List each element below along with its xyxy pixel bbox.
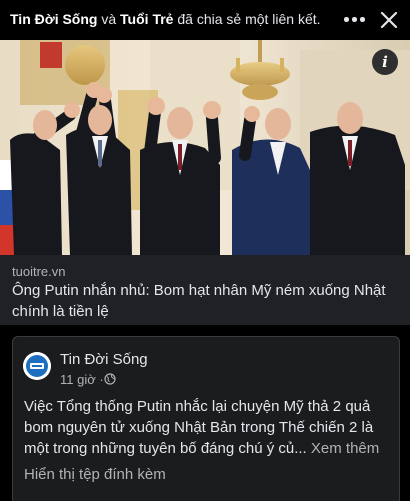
share-header-bar: Tin Đời Sống và Tuổi Trẻ đã chia sẻ một … (0, 0, 410, 40)
link-title[interactable]: Ông Putin nhắn nhủ: Bom hạt nhân Mỹ ném … (12, 280, 400, 322)
page-avatar[interactable] (23, 352, 51, 380)
show-attachment-link[interactable]: Hiển thị tệp đính kèm (24, 466, 166, 483)
actor-name[interactable]: Tin Đời Sống (10, 11, 97, 27)
post-time: 11 giờ · (60, 372, 104, 387)
share-action-text: đã chia sẻ một liên kết. (177, 11, 321, 27)
shared-page-name[interactable]: Tin Đời Sống (60, 351, 148, 368)
info-icon[interactable]: i (372, 49, 398, 75)
share-header-text: Tin Đời Sống và Tuổi Trẻ đã chia sẻ một … (10, 11, 321, 27)
more-horizontal-icon[interactable] (344, 17, 365, 23)
link-domain: tuoitre.vn (12, 264, 66, 279)
see-more-link[interactable]: Xem thêm (311, 440, 379, 457)
globe-icon (104, 373, 116, 385)
shared-post-text: Việc Tổng thống Putin nhắc lại chuyện Mỹ… (24, 396, 394, 459)
link-preview-image[interactable] (0, 40, 410, 255)
close-icon[interactable] (380, 11, 398, 29)
post-time-value[interactable]: 11 giờ (60, 372, 96, 387)
second-actor-name[interactable]: Tuổi Trẻ (120, 11, 173, 27)
connector-text: và (101, 11, 117, 27)
